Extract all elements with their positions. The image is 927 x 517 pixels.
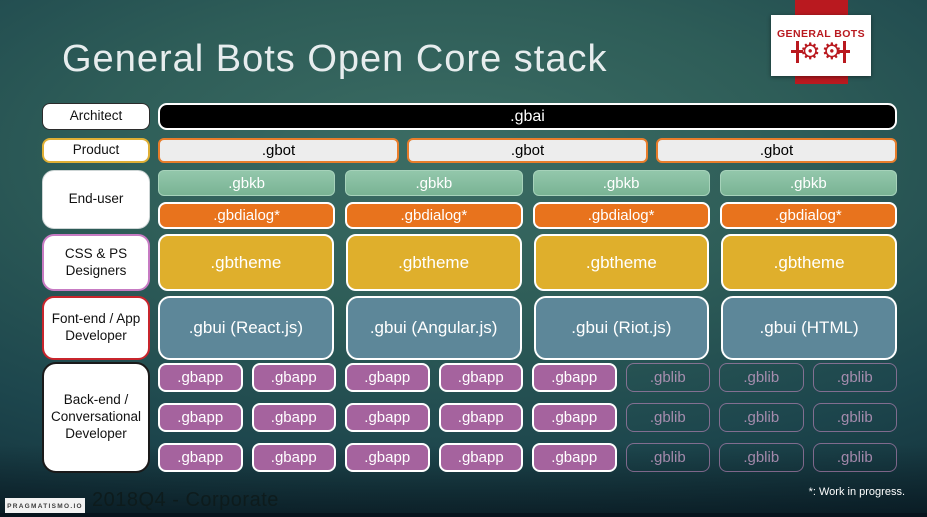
gbtheme-block: .gbtheme <box>158 234 334 291</box>
gbapp-block: .gbapp <box>345 363 430 392</box>
gbapp-block: .gbapp <box>251 363 336 392</box>
bottom-edge-divider <box>0 513 927 517</box>
gbkb-row: .gbkb .gbkb .gbkb .gbkb <box>158 170 897 196</box>
gbtheme-block: .gbtheme <box>345 234 522 291</box>
footer-text: 2018Q4 - Corporate <box>92 489 279 511</box>
gbapp-block: .gbapp <box>345 403 430 432</box>
general-bots-logo: GENERAL BOTS ⚙ ⚙ <box>771 15 871 76</box>
gbot-block: .gbot <box>656 138 897 163</box>
gbkb-block: .gbkb <box>345 170 523 196</box>
gbapp-block: .gbapp <box>532 443 617 472</box>
gbapp-block: .gbapp <box>532 403 617 432</box>
role-label-text: CSS & PS Designers <box>64 245 128 278</box>
gbapp-block: .gbapp <box>158 403 243 432</box>
gbapp-block: .gbapp <box>438 363 523 392</box>
role-label-text: Product <box>72 142 120 158</box>
gblib-block: .gblib <box>625 443 710 472</box>
gbdialog-row: .gbdialog* .gbdialog* .gbdialog* .gbdial… <box>158 202 897 229</box>
gears-icon: ⚙ ⚙ <box>792 40 849 64</box>
gblib-block: .gblib <box>812 443 897 472</box>
gblib-block: .gblib <box>812 363 897 392</box>
gear-bar-left-icon <box>792 41 803 63</box>
role-label-end-user: End-user <box>42 170 150 229</box>
gbui-riot-block: .gbui (Riot.js) <box>533 296 710 360</box>
gbapp-block: .gbapp <box>158 443 243 472</box>
gbtheme-block: .gbtheme <box>721 234 897 291</box>
gbapp-gblib-row: .gbapp .gbapp .gbapp .gbapp .gbapp .gbli… <box>158 443 897 472</box>
pragmatismo-badge: PRAGMATISMO.IO <box>5 498 85 514</box>
gbapp-block: .gbapp <box>532 363 617 392</box>
gblib-block: .gblib <box>719 443 804 472</box>
slide: General Bots Open Core stack GENERAL BOT… <box>0 0 927 517</box>
role-label-css-ps-designers: CSS & PS Designers <box>42 234 150 291</box>
gbot-row: .gbot .gbot .gbot <box>158 138 897 163</box>
role-label-text: End-user <box>68 191 124 207</box>
gblib-block: .gblib <box>812 403 897 432</box>
role-label-text: Architect <box>69 108 123 124</box>
gblib-block: .gblib <box>719 403 804 432</box>
gbkb-block: .gbkb <box>719 170 897 196</box>
gbkb-block: .gbkb <box>532 170 710 196</box>
gbapp-block: .gbapp <box>438 443 523 472</box>
page-title: General Bots Open Core stack <box>62 38 608 80</box>
role-label-product: Product <box>42 138 150 163</box>
gbot-block: .gbot <box>407 138 648 163</box>
gbapp-block: .gbapp <box>158 363 243 392</box>
gear-bar-right-icon <box>838 41 849 63</box>
gbui-html-block: .gbui (HTML) <box>721 296 897 360</box>
gbdialog-block: .gbdialog* <box>158 202 336 229</box>
gbapp-gblib-row: .gbapp .gbapp .gbapp .gbapp .gbapp .gbli… <box>158 363 897 392</box>
gbai-block: .gbai <box>158 103 897 130</box>
gbtheme-block: .gbtheme <box>533 234 710 291</box>
role-label-text: Font-end / App Developer <box>51 311 141 343</box>
logo-wordmark: GENERAL BOTS <box>776 27 866 40</box>
gbdialog-block: .gbdialog* <box>345 202 523 229</box>
gblib-block: .gblib <box>625 363 710 392</box>
gblib-block: .gblib <box>719 363 804 392</box>
role-label-text: Back-end / Conversational Developer <box>50 392 142 441</box>
role-label-backend-conversational-developer: Back-end / Conversational Developer <box>42 362 150 473</box>
gbui-angular-block: .gbui (Angular.js) <box>345 296 522 360</box>
gbdialog-block: .gbdialog* <box>719 202 897 229</box>
role-label-architect: Architect <box>42 103 150 130</box>
gbapp-gblib-row: .gbapp .gbapp .gbapp .gbapp .gbapp .gbli… <box>158 403 897 432</box>
gblib-block: .gblib <box>625 403 710 432</box>
gbapp-block: .gbapp <box>251 443 336 472</box>
role-label-frontend-app-developer: Font-end / App Developer <box>42 296 150 360</box>
gbot-block: .gbot <box>158 138 399 163</box>
gbkb-block: .gbkb <box>158 170 336 196</box>
gbui-react-block: .gbui (React.js) <box>158 296 334 360</box>
gbapp-block: .gbapp <box>251 403 336 432</box>
gbapp-block: .gbapp <box>345 443 430 472</box>
gbui-row: .gbui (React.js) .gbui (Angular.js) .gbu… <box>158 296 897 360</box>
gbdialog-block: .gbdialog* <box>532 202 710 229</box>
gbtheme-row: .gbtheme .gbtheme .gbtheme .gbtheme <box>158 234 897 291</box>
gbapp-block: .gbapp <box>438 403 523 432</box>
work-in-progress-footnote: *: Work in progress. <box>808 486 905 498</box>
